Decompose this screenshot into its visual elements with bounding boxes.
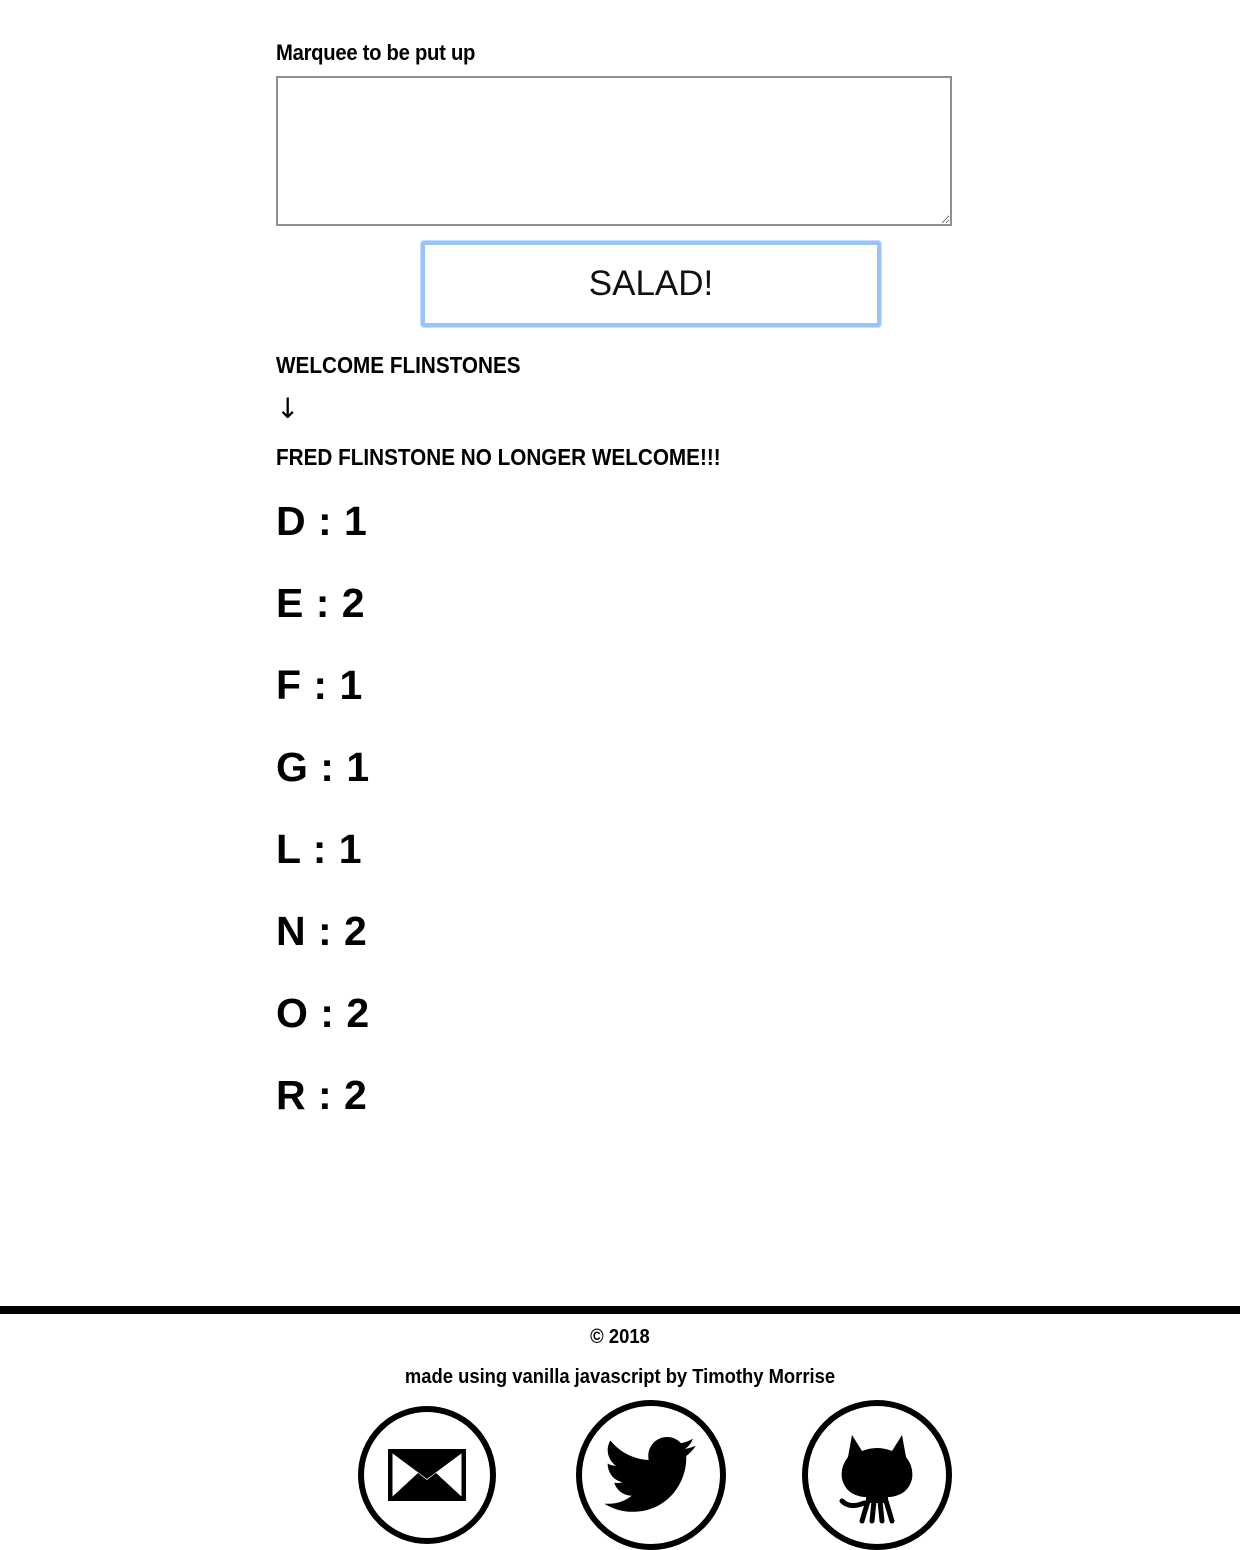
- output-text: FRED FLINSTONE NO LONGER WELCOME!!!: [276, 444, 721, 470]
- twitter-link[interactable]: [576, 1400, 726, 1550]
- twitter-bird-icon: [605, 1437, 696, 1512]
- github-octocat-icon: [839, 1435, 913, 1524]
- salad-button[interactable]: SALAD!: [421, 241, 881, 327]
- credit-text: made using vanilla javascript by Timothy…: [404, 1366, 836, 1388]
- letter-count-item: L : 1: [276, 826, 363, 872]
- letter-count-item: F : 1: [276, 662, 363, 708]
- letter-count-item: D : 1: [276, 498, 368, 544]
- letter-count-item: R : 2: [276, 1072, 368, 1118]
- envelope-icon: [388, 1449, 466, 1501]
- page-footer: © 2018 made using vanilla javascript by …: [0, 1306, 1240, 1550]
- letter-count-item: G : 1: [276, 744, 370, 790]
- marquee-label: Marquee to be put up: [276, 40, 476, 65]
- github-link[interactable]: [802, 1400, 952, 1550]
- marquee-textarea[interactable]: [276, 76, 952, 226]
- letter-count-list: D : 1 E : 2 F : 1 G : 1 L : 1 N : 2 O : …: [276, 496, 370, 1152]
- input-echo-text: WELCOME FLINSTONES: [276, 352, 521, 378]
- letter-count-item: E : 2: [276, 580, 366, 626]
- down-arrow-icon: ↓: [276, 392, 300, 425]
- letter-count-item: O : 2: [276, 990, 370, 1036]
- letter-count-item: N : 2: [276, 908, 368, 954]
- email-link[interactable]: [358, 1406, 496, 1544]
- copyright-text: © 2018: [590, 1326, 650, 1348]
